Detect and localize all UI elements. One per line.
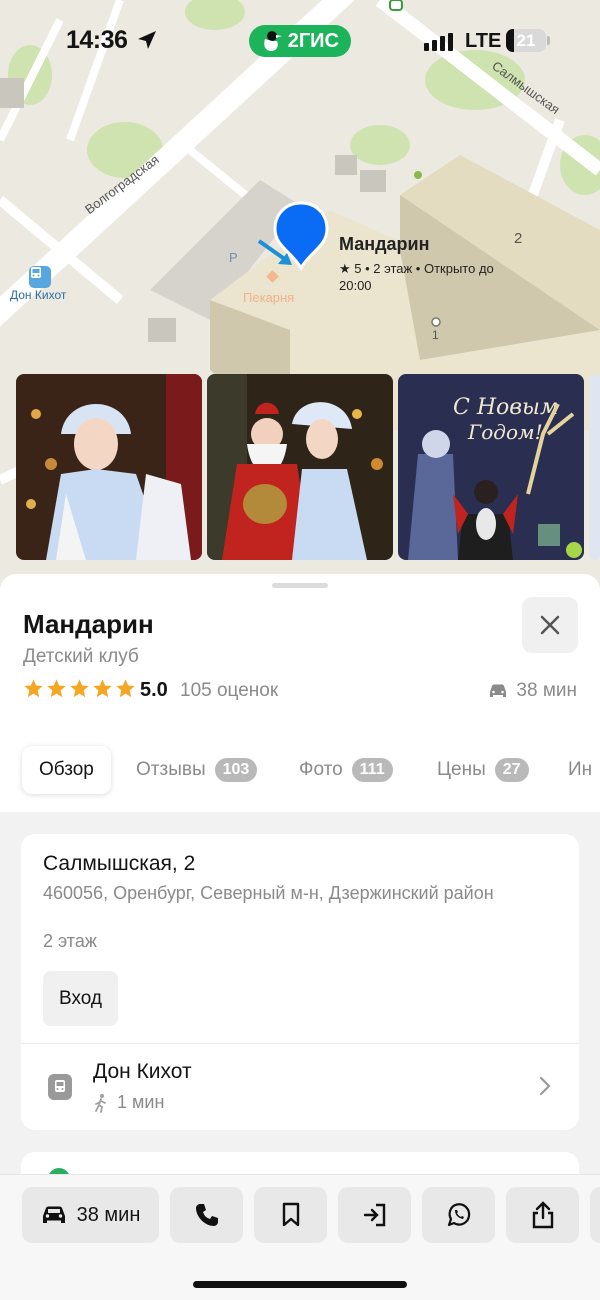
- car-icon: [42, 1206, 65, 1223]
- star-icon: [93, 679, 112, 698]
- photo-thumbnail-partial[interactable]: [589, 374, 600, 560]
- address-full: 460056, Оренбург, Северный м-н, Дзержинс…: [43, 883, 494, 903]
- place-category: Детский клуб: [23, 646, 139, 667]
- tab-photos[interactable]: Фото 111: [299, 746, 393, 794]
- rating-count[interactable]: 105 оценок: [180, 680, 278, 702]
- close-button[interactable]: [522, 597, 578, 653]
- bus-stop-label: Дон Кихот: [10, 288, 67, 302]
- app-badge-label: 2ГИС: [287, 29, 339, 52]
- drive-time-label: 38 мин: [516, 680, 577, 701]
- action-bar: 38 мин: [0, 1174, 600, 1300]
- photo-thumbnail[interactable]: [16, 374, 202, 560]
- star-icon: [47, 679, 66, 698]
- share-icon: [532, 1201, 553, 1229]
- tab-label: Фото: [299, 759, 343, 780]
- tab-label: Ин: [568, 759, 593, 780]
- tab-label: Обзор: [39, 759, 94, 780]
- tab-bar: Обзор Отзывы 103 Фото 111 Цены 27 Ин: [0, 742, 600, 802]
- bookmark-icon: [282, 1202, 299, 1227]
- location-arrow-icon: [138, 31, 156, 49]
- battery-level: 21: [516, 31, 536, 50]
- tab-count-badge: 27: [494, 758, 529, 782]
- rating-stars: [23, 678, 136, 699]
- entrance-button[interactable]: Вход: [43, 971, 118, 1026]
- app-logo-icon: [264, 31, 282, 51]
- tab-prices[interactable]: Цены 27: [437, 746, 529, 794]
- tab-overview[interactable]: Обзор: [22, 746, 111, 794]
- phone-icon: [195, 1204, 218, 1226]
- tab-label: Отзывы: [136, 759, 206, 780]
- address-floor: 2 этаж: [43, 931, 97, 951]
- place-title: Мандарин: [23, 609, 154, 639]
- bus-icon: [55, 1080, 65, 1092]
- home-indicator[interactable]: [193, 1281, 407, 1288]
- bus-stop-icon: [48, 1074, 72, 1100]
- house-number: 2: [514, 230, 523, 247]
- address-street[interactable]: Салмышская, 2: [43, 852, 195, 876]
- walk-time-label: 1 мин: [117, 1092, 165, 1112]
- photo-ded-moroz: [207, 374, 393, 560]
- bookmark-button[interactable]: [254, 1187, 327, 1243]
- walking-icon: [95, 1093, 106, 1113]
- map-poi-details: ★ 5 • 2 этаж • Открыто до: [339, 261, 494, 276]
- whatsapp-button[interactable]: [422, 1187, 495, 1243]
- app-badge[interactable]: 2ГИС: [249, 25, 351, 57]
- entrance-arrow-icon: [257, 239, 292, 265]
- rating-value: 5.0: [140, 679, 168, 701]
- share-button[interactable]: [506, 1187, 579, 1243]
- address-card: Салмышская, 2 460056, Оренбург, Северный…: [21, 834, 579, 1130]
- bus-stop-marker[interactable]: [29, 266, 51, 288]
- signal-icon: [424, 33, 453, 51]
- parking-label: P: [229, 250, 238, 265]
- sheet-grabber[interactable]: [272, 583, 328, 588]
- place-header: Мандарин Детский клуб 5.0 105 оценок 38 …: [0, 574, 600, 812]
- map-poi-title[interactable]: Мандарин: [339, 234, 429, 255]
- status-time: 14:36: [66, 26, 128, 54]
- entrance-button-action[interactable]: [338, 1187, 411, 1243]
- battery-tip: [547, 36, 550, 45]
- star-icon: [24, 679, 43, 698]
- svg-text:С Новым: С Новым: [453, 395, 558, 420]
- tab-reviews[interactable]: Отзывы 103: [136, 746, 258, 794]
- svg-text:Годом!: Годом!: [467, 420, 543, 444]
- tab-count-badge: 111: [351, 758, 393, 782]
- photo-new-year-wall: С Новым Годом!: [398, 374, 584, 560]
- car-icon: [490, 684, 507, 697]
- photo-thumbnail[interactable]: [207, 374, 393, 560]
- divider: [21, 1043, 579, 1044]
- close-icon: [540, 615, 560, 635]
- bus-stop-name[interactable]: Дон Кихот: [93, 1060, 192, 1084]
- tab-label: Цены: [437, 759, 486, 780]
- entrance-number: 1: [432, 328, 439, 342]
- chevron-right-icon[interactable]: [539, 1076, 551, 1096]
- photo-thumbnail[interactable]: С Новым Годом!: [398, 374, 584, 560]
- network-label: LTE: [465, 30, 502, 52]
- tab-more[interactable]: Ин: [568, 746, 592, 794]
- bus-icon: [31, 267, 41, 278]
- star-icon: [70, 679, 89, 698]
- map-poi-hours: 20:00: [339, 278, 372, 293]
- entrance-button-label: Вход: [59, 987, 102, 1009]
- status-bar: 14:36 2ГИС LTE 21: [0, 0, 600, 80]
- tab-count-badge: 103: [214, 758, 258, 782]
- photo-snow-maiden: [16, 374, 202, 560]
- route-time-label: 38 мин: [76, 1203, 141, 1226]
- drive-time: 38 мин: [488, 680, 577, 702]
- more-button-partial[interactable]: [590, 1187, 600, 1243]
- bakery-label[interactable]: Пекарня: [243, 290, 294, 305]
- entrance-icon: [363, 1203, 385, 1227]
- battery-icon: 21: [506, 29, 546, 52]
- star-icon: [116, 679, 135, 698]
- walk-time: 1 мин: [93, 1092, 164, 1113]
- call-button[interactable]: [170, 1187, 243, 1243]
- whatsapp-icon: [447, 1203, 470, 1227]
- route-button[interactable]: 38 мин: [22, 1187, 159, 1243]
